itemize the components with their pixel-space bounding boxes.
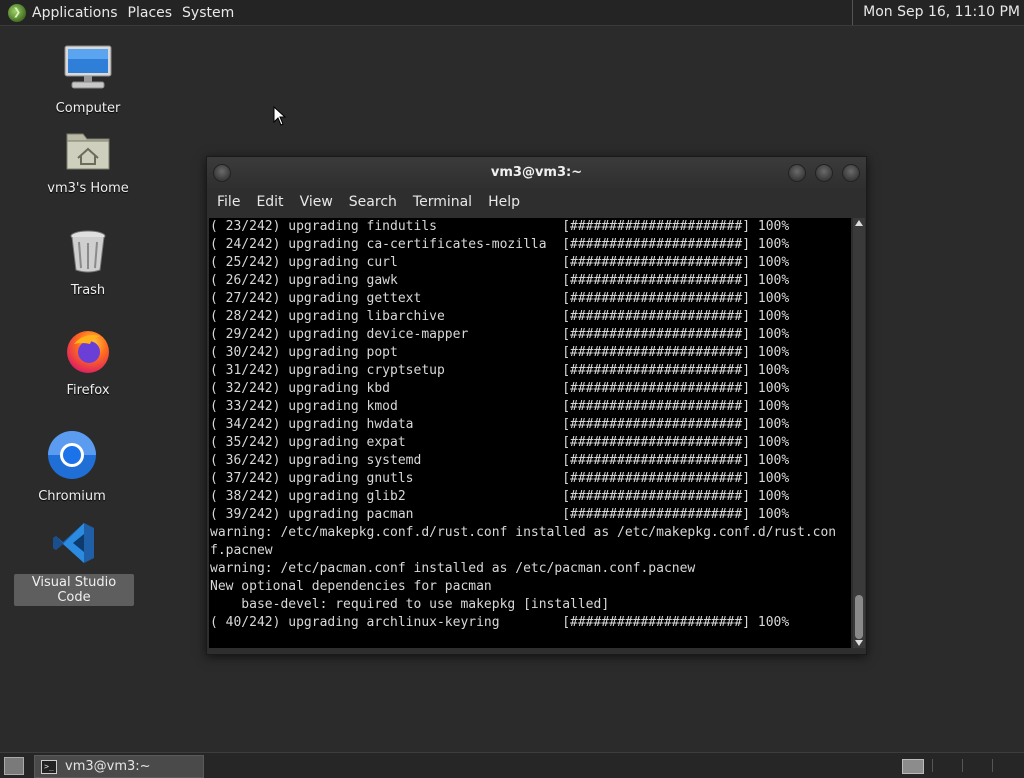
desktop-icon-vscode[interactable]: Visual Studio Code [14,520,134,606]
desktop-icon-home[interactable]: vm3's Home [28,128,148,197]
workspace-1[interactable] [902,759,924,774]
terminal-line: ( 31/242) upgrading cryptsetup [########… [210,363,790,378]
workspace-3[interactable] [962,759,983,772]
terminal-line: ( 32/242) upgrading kbd [###############… [210,381,790,396]
trash-icon [28,228,148,278]
terminal-line: warning: /etc/pacman.conf installed as /… [210,561,696,576]
desktop-icon-computer[interactable]: Computer [28,44,148,117]
menu-edit[interactable]: Edit [248,194,291,210]
clock[interactable]: Mon Sep 16, 11:10 PM [852,0,1020,25]
terminal-line: ( 40/242) upgrading archlinux-keyring [#… [210,615,790,630]
minimize-button[interactable] [788,164,806,182]
maximize-button[interactable] [815,164,833,182]
scroll-up-icon[interactable] [855,220,863,226]
applications-menu[interactable]: Applications [32,5,128,21]
terminal-line: ( 27/242) upgrading gettext [###########… [210,291,790,306]
terminal-line: ( 35/242) upgrading expat [#############… [210,435,790,450]
terminal-line: ( 38/242) upgrading glib2 [#############… [210,489,790,504]
places-menu[interactable]: Places [128,5,183,21]
close-button[interactable] [842,164,860,182]
scroll-down-icon[interactable] [855,640,863,646]
terminal-line: base-devel: required to use makepkg [ins… [210,597,610,612]
desktop-icon-firefox[interactable]: Firefox [28,326,148,399]
terminal-line: ( 24/242) upgrading ca-certificates-mozi… [210,237,790,252]
computer-icon [28,44,148,96]
terminal-title: vm3@vm3:~ [490,165,583,180]
terminal-titlebar[interactable]: vm3@vm3:~ [207,157,866,188]
bottom-panel: >_ vm3@vm3:~ [0,752,1024,778]
terminal-window[interactable]: vm3@vm3:~ File Edit View Search Terminal… [206,156,867,655]
taskbar-item-terminal[interactable]: >_ vm3@vm3:~ [34,755,204,778]
taskbar-item-label: vm3@vm3:~ [65,759,151,774]
terminal-line: ( 33/242) upgrading kmod [##############… [210,399,790,414]
scrollbar-thumb[interactable] [855,595,863,639]
terminal-line: ( 37/242) upgrading gnutls [############… [210,471,790,486]
terminal-line: ( 28/242) upgrading libarchive [########… [210,309,790,324]
terminal-line: ( 39/242) upgrading pacman [############… [210,507,790,522]
desktop-icon-label: vm3's Home [47,181,129,196]
terminal-line: ( 30/242) upgrading popt [##############… [210,345,790,360]
desktop-icon-label: Firefox [66,383,110,398]
terminal-line: ( 36/242) upgrading systemd [###########… [210,453,790,468]
menu-file[interactable]: File [209,194,248,210]
terminal-line: ( 25/242) upgrading curl [##############… [210,255,790,270]
terminal-line: warning: /etc/makepkg.conf.d/rust.conf i… [210,525,837,540]
terminal-menubar: File Edit View Search Terminal Help [207,188,866,216]
menu-search[interactable]: Search [341,194,405,210]
mouse-cursor-icon [273,105,287,130]
window-menu-button[interactable] [213,164,231,182]
desktop-icon-trash[interactable]: Trash [28,228,148,299]
firefox-icon [28,326,148,378]
desktop-icon-label: Chromium [38,489,106,504]
workspace-4[interactable] [992,759,1013,772]
terminal-line: ( 34/242) upgrading hwdata [############… [210,417,790,432]
menu-terminal[interactable]: Terminal [405,194,480,210]
terminal-line: ( 29/242) upgrading device-mapper [#####… [210,327,790,342]
desktop-icon-label: Computer [55,101,121,116]
show-desktop-icon[interactable] [4,757,24,775]
terminal-line: ( 26/242) upgrading gawk [##############… [210,273,790,288]
system-menu[interactable]: System [182,5,244,21]
menu-help[interactable]: Help [480,194,528,210]
chromium-icon [12,430,132,484]
vscode-icon [14,520,134,570]
terminal-output[interactable]: ( 23/242) upgrading findutils [#########… [209,218,851,648]
home-folder-icon [28,128,148,176]
terminal-line: New optional dependencies for pacman [210,579,492,594]
terminal-line: f.pacnew [210,543,273,558]
terminal-icon: >_ [41,759,57,774]
top-panel: ❯ Applications Places System Mon Sep 16,… [0,0,1024,26]
distro-logo-icon[interactable]: ❯ [8,3,26,22]
desktop-icon-label: Visual Studio Code [14,574,134,606]
terminal-scrollbar[interactable] [853,218,865,648]
desktop-icon-chromium[interactable]: Chromium [12,430,132,505]
terminal-line: ( 23/242) upgrading findutils [#########… [210,219,790,234]
desktop-icon-label: Trash [70,283,106,298]
workspace-2[interactable] [932,759,953,772]
menu-view[interactable]: View [292,194,341,210]
